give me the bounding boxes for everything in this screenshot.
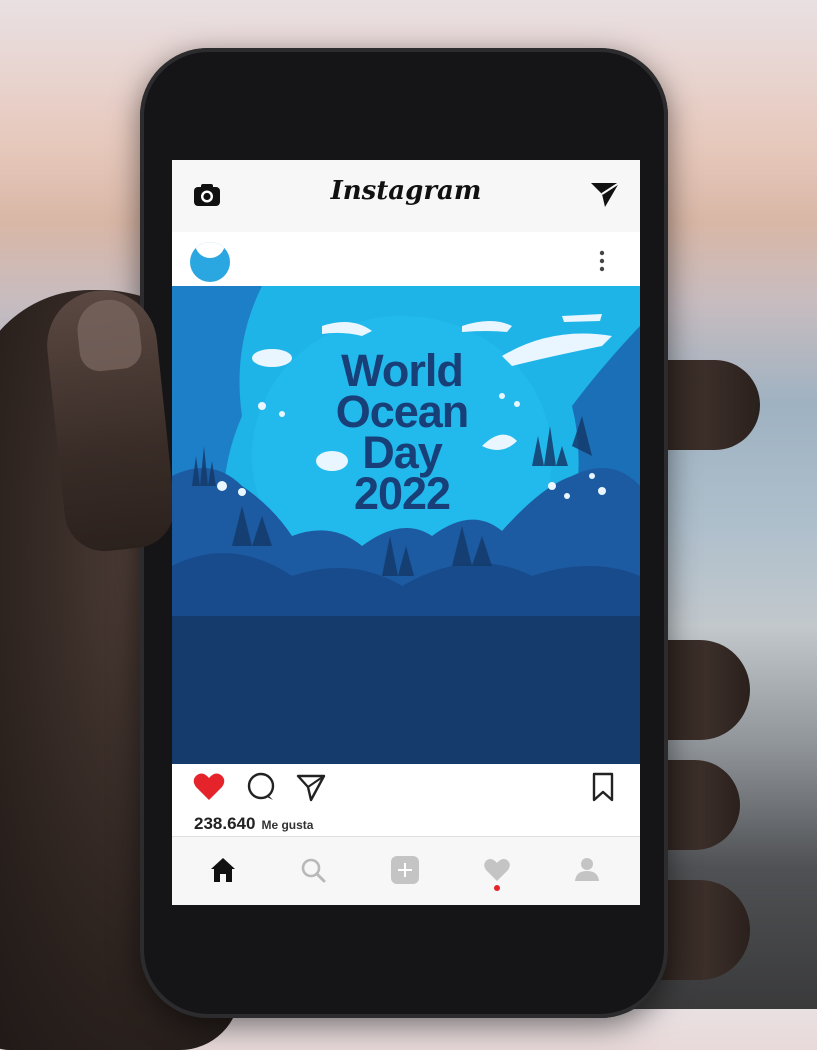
post-image-title: World Ocean Day 2022	[302, 345, 502, 519]
add-icon[interactable]	[388, 853, 422, 887]
post-image-title-line: 2022	[353, 468, 451, 519]
search-icon[interactable]	[296, 853, 330, 887]
post-header	[172, 232, 640, 286]
heart-icon[interactable]	[192, 770, 226, 804]
bottom-navigation	[172, 836, 640, 905]
post-actions	[172, 764, 640, 808]
post-image[interactable]: World Ocean Day 2022	[172, 286, 640, 764]
comment-icon[interactable]	[244, 770, 278, 804]
bookmark-icon[interactable]	[586, 770, 620, 804]
more-vertical-icon[interactable]	[594, 248, 610, 276]
post-image-title-line: Day	[362, 427, 443, 478]
profile-icon[interactable]	[570, 853, 604, 887]
home-icon[interactable]	[206, 853, 240, 887]
likes-label: Me gusta	[261, 818, 314, 832]
post-image-title-line: World	[341, 345, 464, 396]
app-title: Instagram	[330, 176, 482, 206]
activity-heart-icon[interactable]	[480, 853, 514, 887]
avatar[interactable]	[190, 242, 230, 282]
top-bar: Instagram	[172, 160, 640, 233]
likes-number: 238.640	[194, 814, 256, 833]
post-image-title-line: Ocean	[335, 386, 470, 437]
send-icon[interactable]	[588, 176, 622, 210]
phone-screen: Instagram World Ocean Day 2022 238.640 M…	[172, 160, 640, 905]
notification-dot	[494, 885, 500, 891]
likes-count[interactable]: 238.640 Me gusta	[194, 814, 313, 834]
share-send-icon[interactable]	[294, 770, 328, 804]
